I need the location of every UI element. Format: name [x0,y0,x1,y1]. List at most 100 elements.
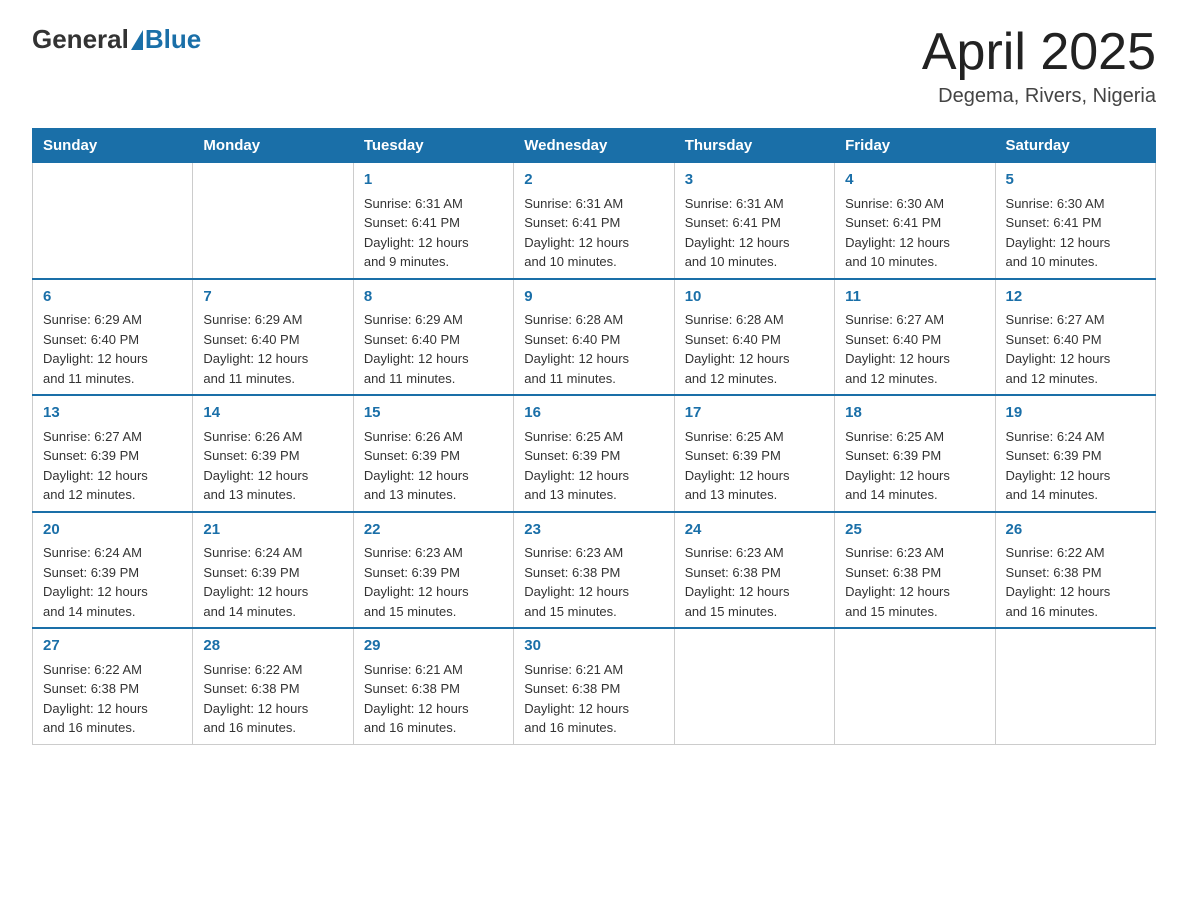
day-info: Sunrise: 6:25 AM Sunset: 6:39 PM Dayligh… [845,429,950,503]
day-number: 9 [524,286,663,309]
day-number: 15 [364,402,503,425]
day-number: 1 [364,169,503,192]
calendar-cell [33,163,193,279]
weekday-header-sunday: Sunday [33,129,193,163]
weekday-header-saturday: Saturday [995,129,1155,163]
day-info: Sunrise: 6:27 AM Sunset: 6:40 PM Dayligh… [1006,312,1111,386]
week-row-4: 20 Sunrise: 6:24 AM Sunset: 6:39 PM Dayli… [33,512,1156,629]
weekday-header-monday: Monday [193,129,353,163]
weekday-header-friday: Friday [835,129,995,163]
calendar-cell: 13Sunrise: 6:27 AM Sunset: 6:39 PM Dayli… [33,395,193,512]
day-info: Sunrise: 6:31 AM Sunset: 6:41 PM Dayligh… [685,196,790,270]
day-number: 14 [203,402,342,425]
day-number: 23 [524,519,663,542]
calendar-cell: 26 Sunrise: 6:22 AM Sunset: 6:38 PM Dayli… [995,512,1155,629]
calendar-cell: 3 Sunrise: 6:31 AM Sunset: 6:41 PM Daylig… [674,163,834,279]
day-info: Sunrise: 6:31 AM Sunset: 6:41 PM Dayligh… [524,196,629,270]
calendar-cell: 1 Sunrise: 6:31 AM Sunset: 6:41 PM Daylig… [353,163,513,279]
day-number: 6 [43,286,182,309]
calendar-cell: 21 Sunrise: 6:24 AM Sunset: 6:39 PM Dayli… [193,512,353,629]
calendar-cell: 10 Sunrise: 6:28 AM Sunset: 6:40 PM Dayli… [674,279,834,396]
calendar-cell: 7 Sunrise: 6:29 AM Sunset: 6:40 PM Daylig… [193,279,353,396]
day-info: Sunrise: 6:28 AM Sunset: 6:40 PM Dayligh… [524,312,629,386]
logo-general-text: General [32,24,129,55]
day-info: Sunrise: 6:24 AM Sunset: 6:39 PM Dayligh… [1006,429,1111,503]
day-number: 16 [524,402,663,425]
day-number: 3 [685,169,824,192]
calendar-cell: 19 Sunrise: 6:24 AM Sunset: 6:39 PM Dayli… [995,395,1155,512]
calendar-cell: 9 Sunrise: 6:28 AM Sunset: 6:40 PM Daylig… [514,279,674,396]
day-info: Sunrise: 6:24 AM Sunset: 6:39 PM Dayligh… [43,545,148,619]
day-number: 10 [685,286,824,309]
calendar-cell: 12 Sunrise: 6:27 AM Sunset: 6:40 PM Dayli… [995,279,1155,396]
calendar-cell: 22 Sunrise: 6:23 AM Sunset: 6:39 PM Dayli… [353,512,513,629]
day-info: Sunrise: 6:24 AM Sunset: 6:39 PM Dayligh… [203,545,308,619]
day-number: 20 [43,519,182,542]
calendar-cell: 5 Sunrise: 6:30 AM Sunset: 6:41 PM Daylig… [995,163,1155,279]
weekday-header-wednesday: Wednesday [514,129,674,163]
location-title: Degema, Rivers, Nigeria [922,85,1156,108]
day-info: Sunrise: 6:26 AM Sunset: 6:39 PM Dayligh… [203,429,308,503]
calendar-cell: 20 Sunrise: 6:24 AM Sunset: 6:39 PM Dayli… [33,512,193,629]
day-number: 17 [685,402,824,425]
weekday-header-thursday: Thursday [674,129,834,163]
day-number: 12 [1006,286,1145,309]
calendar-cell [193,163,353,279]
day-number: 7 [203,286,342,309]
day-info: Sunrise: 6:30 AM Sunset: 6:41 PM Dayligh… [845,196,950,270]
logo-blue-text: Blue [145,24,201,55]
day-info: Sunrise: 6:22 AM Sunset: 6:38 PM Dayligh… [1006,545,1111,619]
page-header: General Blue April 2025 Degema, Rivers, … [32,24,1156,108]
logo-triangle-icon [131,30,143,50]
day-info: Sunrise: 6:23 AM Sunset: 6:39 PM Dayligh… [364,545,469,619]
logo: General Blue [32,24,201,55]
title-area: April 2025 Degema, Rivers, Nigeria [922,24,1156,108]
day-number: 2 [524,169,663,192]
day-info: Sunrise: 6:25 AM Sunset: 6:39 PM Dayligh… [524,429,629,503]
calendar-cell [674,628,834,744]
day-number: 30 [524,635,663,658]
day-info: Sunrise: 6:23 AM Sunset: 6:38 PM Dayligh… [845,545,950,619]
day-info: Sunrise: 6:26 AM Sunset: 6:39 PM Dayligh… [364,429,469,503]
day-info: Sunrise: 6:31 AM Sunset: 6:41 PM Dayligh… [364,196,469,270]
calendar-cell: 8Sunrise: 6:29 AM Sunset: 6:40 PM Daylig… [353,279,513,396]
calendar-cell: 29 Sunrise: 6:21 AM Sunset: 6:38 PM Dayli… [353,628,513,744]
calendar-cell [835,628,995,744]
calendar-cell: 25Sunrise: 6:23 AM Sunset: 6:38 PM Dayli… [835,512,995,629]
day-number: 21 [203,519,342,542]
calendar-cell: 24Sunrise: 6:23 AM Sunset: 6:38 PM Dayli… [674,512,834,629]
day-info: Sunrise: 6:21 AM Sunset: 6:38 PM Dayligh… [364,662,469,736]
calendar-cell: 23Sunrise: 6:23 AM Sunset: 6:38 PM Dayli… [514,512,674,629]
weekday-header-tuesday: Tuesday [353,129,513,163]
calendar-cell: 27 Sunrise: 6:22 AM Sunset: 6:38 PM Dayli… [33,628,193,744]
calendar-cell: 16 Sunrise: 6:25 AM Sunset: 6:39 PM Dayli… [514,395,674,512]
day-info: Sunrise: 6:28 AM Sunset: 6:40 PM Dayligh… [685,312,790,386]
calendar-cell: 6 Sunrise: 6:29 AM Sunset: 6:40 PM Daylig… [33,279,193,396]
calendar-cell: 2 Sunrise: 6:31 AM Sunset: 6:41 PM Daylig… [514,163,674,279]
day-info: Sunrise: 6:29 AM Sunset: 6:40 PM Dayligh… [203,312,308,386]
day-info: Sunrise: 6:23 AM Sunset: 6:38 PM Dayligh… [685,545,790,619]
day-number: 27 [43,635,182,658]
day-info: Sunrise: 6:25 AM Sunset: 6:39 PM Dayligh… [685,429,790,503]
day-number: 29 [364,635,503,658]
day-info: Sunrise: 6:30 AM Sunset: 6:41 PM Dayligh… [1006,196,1111,270]
day-info: Sunrise: 6:22 AM Sunset: 6:38 PM Dayligh… [43,662,148,736]
day-number: 19 [1006,402,1145,425]
week-row-5: 27 Sunrise: 6:22 AM Sunset: 6:38 PM Dayli… [33,628,1156,744]
day-info: Sunrise: 6:29 AM Sunset: 6:40 PM Dayligh… [43,312,148,386]
calendar-cell: 18Sunrise: 6:25 AM Sunset: 6:39 PM Dayli… [835,395,995,512]
week-row-3: 13Sunrise: 6:27 AM Sunset: 6:39 PM Dayli… [33,395,1156,512]
day-info: Sunrise: 6:27 AM Sunset: 6:40 PM Dayligh… [845,312,950,386]
day-number: 13 [43,402,182,425]
day-number: 28 [203,635,342,658]
week-row-1: 1 Sunrise: 6:31 AM Sunset: 6:41 PM Daylig… [33,163,1156,279]
calendar-cell: 17 Sunrise: 6:25 AM Sunset: 6:39 PM Dayli… [674,395,834,512]
day-number: 11 [845,286,984,309]
week-row-2: 6 Sunrise: 6:29 AM Sunset: 6:40 PM Daylig… [33,279,1156,396]
day-number: 22 [364,519,503,542]
calendar-cell: 30 Sunrise: 6:21 AM Sunset: 6:38 PM Dayli… [514,628,674,744]
day-number: 5 [1006,169,1145,192]
calendar-cell: 28Sunrise: 6:22 AM Sunset: 6:38 PM Dayli… [193,628,353,744]
day-number: 26 [1006,519,1145,542]
day-info: Sunrise: 6:21 AM Sunset: 6:38 PM Dayligh… [524,662,629,736]
